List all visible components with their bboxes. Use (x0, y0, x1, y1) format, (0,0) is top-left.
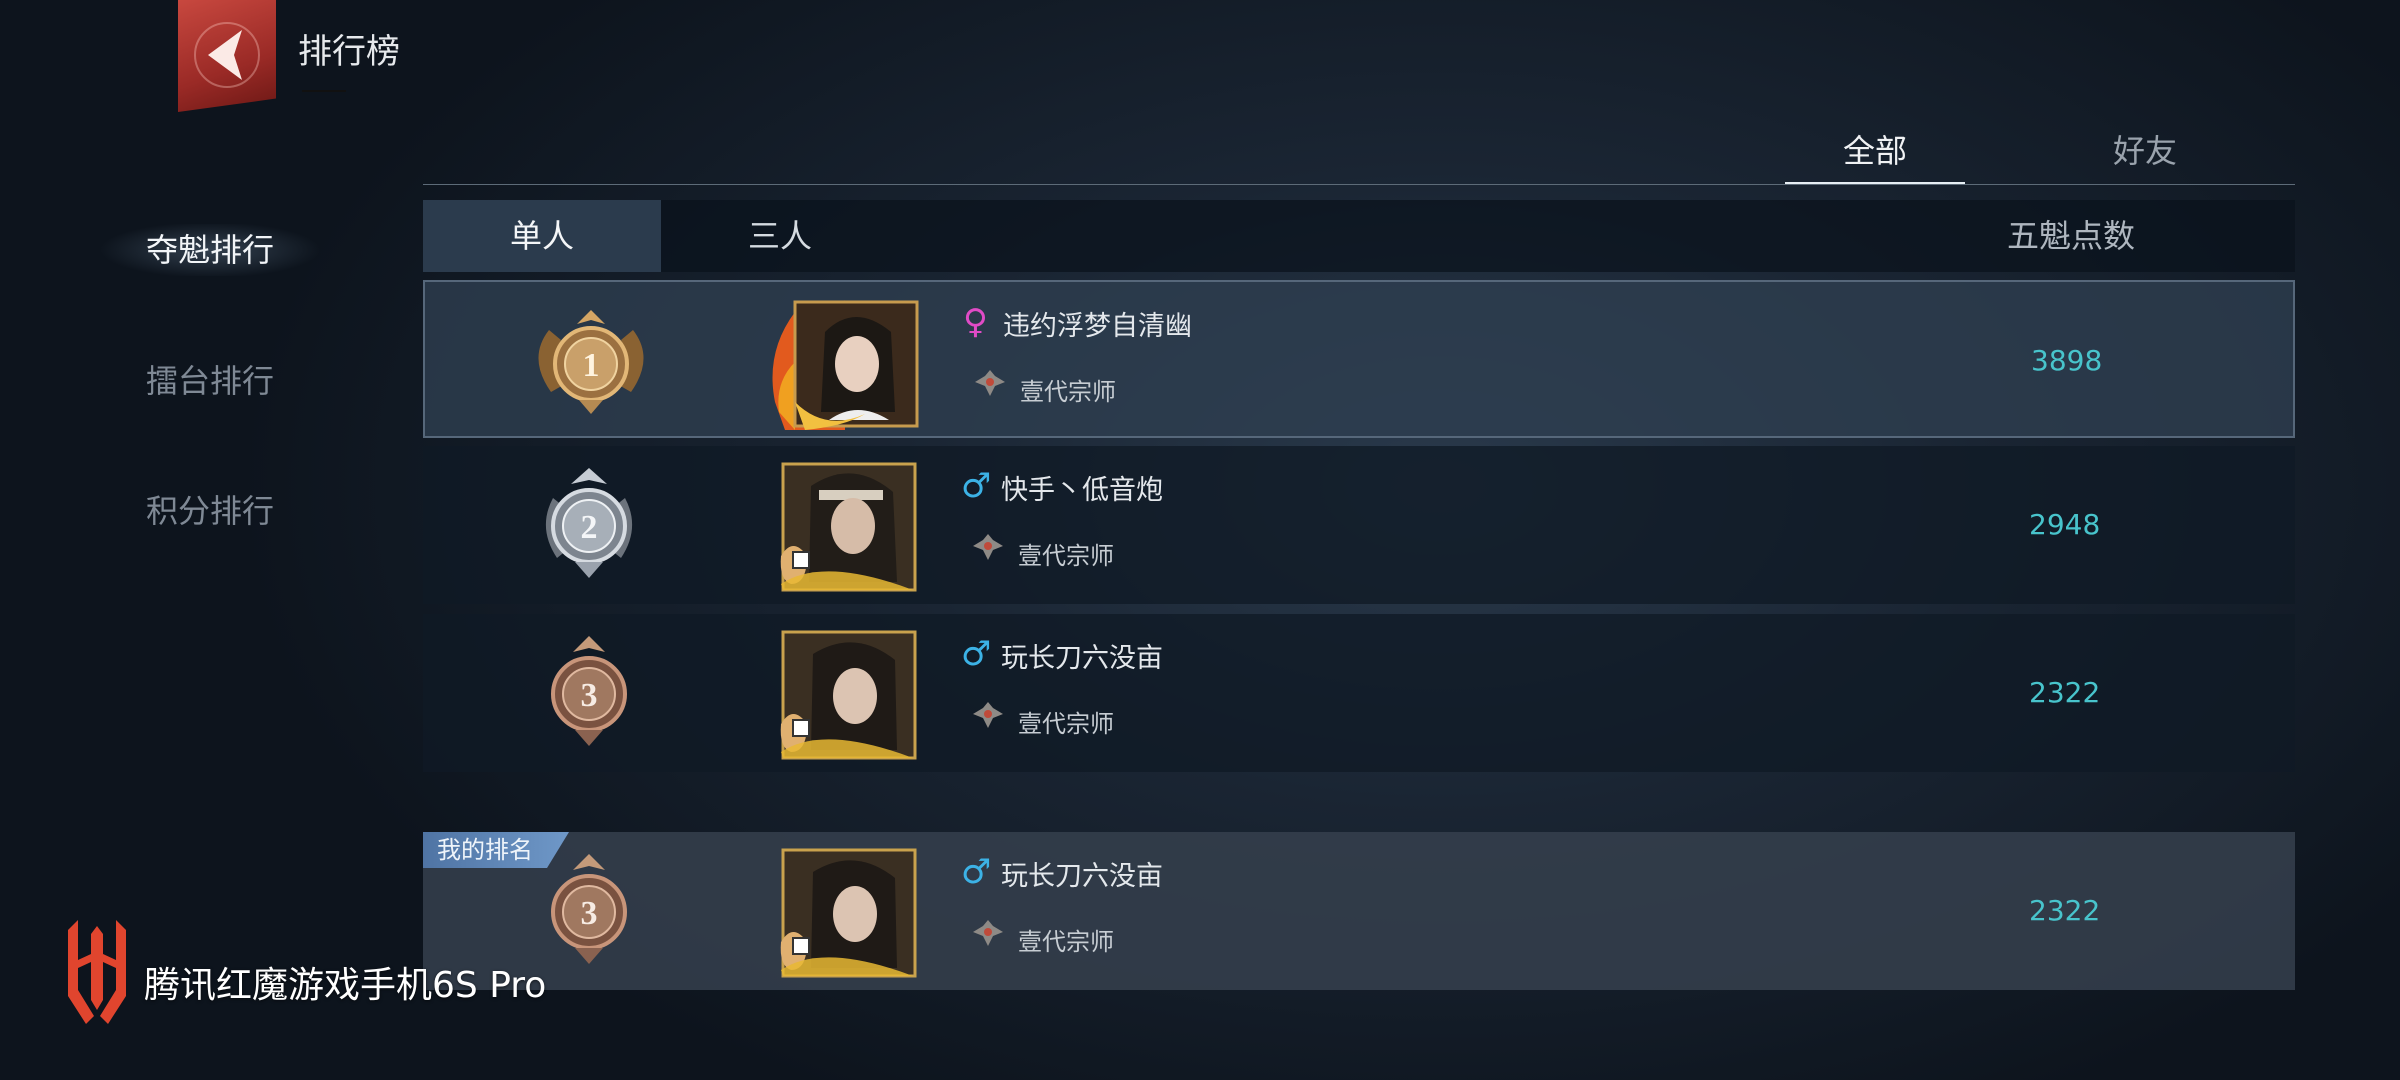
silver-medal-icon: 2 (545, 468, 633, 578)
bronze-medal-icon: 3 (551, 636, 627, 746)
male-icon: ♂ (961, 466, 992, 506)
page-title: 排行榜 (298, 32, 400, 72)
player-name: 玩长刀六没亩 (1001, 861, 1163, 892)
tab-all[interactable]: 全部 (1785, 126, 1965, 185)
points-value: 2322 (2029, 894, 2101, 927)
player-avatar[interactable] (763, 842, 923, 980)
table-header: 单人 三人 五魁点数 (423, 200, 2295, 272)
tab-trio[interactable]: 三人 (661, 200, 899, 272)
back-arrow-icon (194, 22, 260, 88)
my-ranking-row[interactable]: 我的排名 3 ♂ 玩长刀六没亩 壹代宗师 2322 (423, 832, 2295, 990)
tab-solo[interactable]: 单人 (423, 200, 661, 272)
sidebar-item-duokui[interactable]: 夺魁排行 (100, 224, 320, 276)
back-button[interactable] (178, 0, 276, 112)
player-rank-title: 壹代宗师 (1020, 378, 1116, 406)
rank-title-icon (973, 920, 1003, 946)
points-value: 3898 (2031, 344, 2103, 377)
gold-medal-icon: 1 (538, 310, 644, 414)
tab-friends[interactable]: 好友 (2055, 126, 2235, 172)
watermark-text: 腾讯红魔游戏手机6S Pro (144, 965, 547, 1006)
filter-divider (423, 184, 2295, 185)
player-name: 违约浮梦自清幽 (1003, 311, 1192, 342)
svg-text:1: 1 (583, 347, 600, 384)
points-value: 2322 (2029, 676, 2101, 709)
svg-text:3: 3 (581, 895, 598, 932)
ranking-row-1[interactable]: 1 ♀ 违约浮梦自清幽 壹代宗师 3898 (423, 280, 2295, 438)
svg-text:3: 3 (581, 677, 598, 714)
ranking-row-2[interactable]: 2 ♂ 快手丶低音炮 壹代宗师 2948 (423, 446, 2295, 604)
player-name: 玩长刀六没亩 (1001, 643, 1163, 674)
player-name: 快手丶低音炮 (1001, 475, 1163, 506)
filter-tabs: 全部 好友 (1785, 126, 2295, 185)
points-value: 2948 (2029, 508, 2101, 541)
rank-title-icon (973, 702, 1003, 728)
player-avatar[interactable] (765, 292, 925, 430)
player-avatar[interactable] (763, 624, 923, 762)
player-rank-title: 壹代宗师 (1018, 928, 1114, 956)
sidebar-item-leitai[interactable]: 擂台排行 (100, 356, 320, 402)
svg-text:2: 2 (581, 509, 598, 546)
bronze-medal-icon: 3 (551, 854, 627, 964)
male-icon: ♂ (961, 852, 992, 892)
title-underline (302, 90, 346, 92)
player-rank-title: 壹代宗师 (1018, 710, 1114, 738)
male-icon: ♂ (961, 634, 992, 674)
red-magic-logo-icon (68, 920, 126, 1024)
female-icon: ♀ (963, 302, 988, 342)
points-column-header: 五魁点数 (2006, 217, 2135, 255)
player-avatar[interactable] (763, 456, 923, 594)
ranking-row-3[interactable]: 3 ♂ 玩长刀六没亩 壹代宗师 2322 (423, 614, 2295, 772)
rank-title-icon (973, 534, 1003, 560)
sidebar-item-jifen[interactable]: 积分排行 (100, 486, 320, 532)
rank-title-icon (975, 370, 1005, 396)
player-rank-title: 壹代宗师 (1018, 542, 1114, 570)
